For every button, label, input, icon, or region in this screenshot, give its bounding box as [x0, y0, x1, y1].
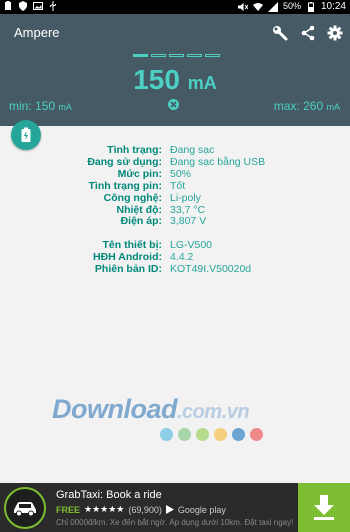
image-icon — [33, 2, 43, 10]
max-unit: mA — [326, 102, 341, 112]
ad-download-button[interactable] — [298, 483, 350, 532]
page-indicator-dot — [187, 54, 202, 57]
ad-app-logo[interactable] — [4, 487, 46, 529]
info-key: Công nghệ: — [103, 191, 162, 204]
status-bar: 50% 10:24 — [0, 0, 350, 14]
info-value: Li-poly — [170, 191, 201, 204]
page-indicator-dot — [205, 54, 220, 57]
signal-icon — [267, 1, 278, 12]
info-key: Phiên bản ID: — [94, 263, 162, 276]
clock: 10:24 — [320, 1, 346, 12]
watermark-text: Download — [52, 394, 178, 424]
min-unit: mA — [58, 102, 72, 112]
usb-icon — [50, 1, 56, 11]
current-reading: 150 mA — [0, 64, 350, 96]
page-indicator-dot — [133, 54, 148, 57]
share-button[interactable] — [297, 22, 319, 44]
watermark-dot — [160, 428, 173, 441]
mute-icon — [237, 2, 248, 11]
watermark-dot — [196, 428, 209, 441]
current-meter: 150 mA min: 150 mA max: 260 mA — [0, 52, 350, 126]
min-reading: min: 150 mA — [9, 99, 72, 113]
settings-button[interactable] — [324, 22, 346, 44]
play-store-icon — [165, 505, 174, 514]
battery-charging-icon — [307, 1, 314, 12]
battery-saver-icon — [5, 1, 11, 10]
max-value: 260 — [303, 99, 324, 113]
ad-rating-stars: ★★★★★ — [84, 504, 125, 514]
gear-icon — [327, 25, 343, 41]
info-row: Mức pin: 50% — [0, 167, 350, 181]
info-row: Phiên bản ID: KOT49I.V50020d — [0, 263, 350, 276]
ad-description: Chỉ 0000đ/km. Xe đến bắt ngờ. Áp dụng dư… — [56, 518, 294, 527]
info-key: Tình trạng pin: — [88, 179, 163, 192]
battery-info: Tình trạng: Đang sạc Đang sử dụng: Đang sạ… — [0, 144, 350, 276]
app-bar: Ampere — [0, 14, 350, 52]
ad-title: GrabTaxi: Book a ride — [56, 489, 162, 501]
taxi-icon — [14, 502, 36, 517]
page-indicator — [133, 54, 220, 57]
ad-meta: FREE ★★★★★ (69,900) Google play — [56, 504, 226, 515]
wrench-icon — [273, 26, 288, 41]
info-row: Tình trạng pin: Tốt — [0, 179, 350, 193]
max-reading: max: 260 mA — [274, 99, 340, 113]
info-value: KOT49I.V50020d — [170, 263, 252, 276]
watermark-suffix: .com.vn — [177, 401, 250, 423]
info-key: Mức pin: — [117, 167, 162, 180]
watermark-dot — [214, 428, 227, 441]
ad-rating-count: (69,900) — [128, 504, 162, 515]
battery-charging-icon — [21, 127, 31, 142]
current-unit: mA — [187, 73, 217, 93]
info-value: 3,807 V — [170, 215, 207, 228]
page-indicator-dot — [169, 54, 184, 57]
watermark-dot — [250, 428, 263, 441]
wifi-icon — [252, 2, 263, 11]
info-row: Điện áp: 3,807 V — [0, 216, 350, 228]
download-icon — [314, 494, 334, 520]
share-icon — [301, 25, 315, 41]
shield-icon — [19, 1, 27, 11]
wrench-button[interactable] — [269, 22, 291, 44]
ad-banner[interactable]: GrabTaxi: Book a ride FREE ★★★★★ (69,900… — [0, 483, 350, 532]
min-label: min: — [9, 99, 32, 113]
info-row: Công nghệ: Li-poly — [0, 191, 350, 205]
min-value: 150 — [35, 99, 56, 113]
battery-percent: 50% — [282, 1, 301, 11]
watermark-dots — [160, 428, 263, 441]
page-indicator-dot — [151, 54, 166, 57]
watermark-logo: Download.com.vn — [52, 394, 250, 425]
info-key: Điện áp: — [120, 215, 162, 228]
max-label: max: — [273, 99, 300, 113]
close-icon — [170, 101, 177, 108]
watermark-dot — [232, 428, 245, 441]
info-value: 50% — [170, 167, 192, 180]
watermark-dot — [178, 428, 191, 441]
info-value: Tốt — [170, 179, 186, 192]
current-value: 150 — [133, 64, 180, 95]
reset-button[interactable] — [168, 99, 179, 110]
app-title: Ampere — [14, 25, 60, 40]
ad-store: Google play — [177, 504, 226, 515]
ad-price: FREE — [56, 504, 81, 515]
